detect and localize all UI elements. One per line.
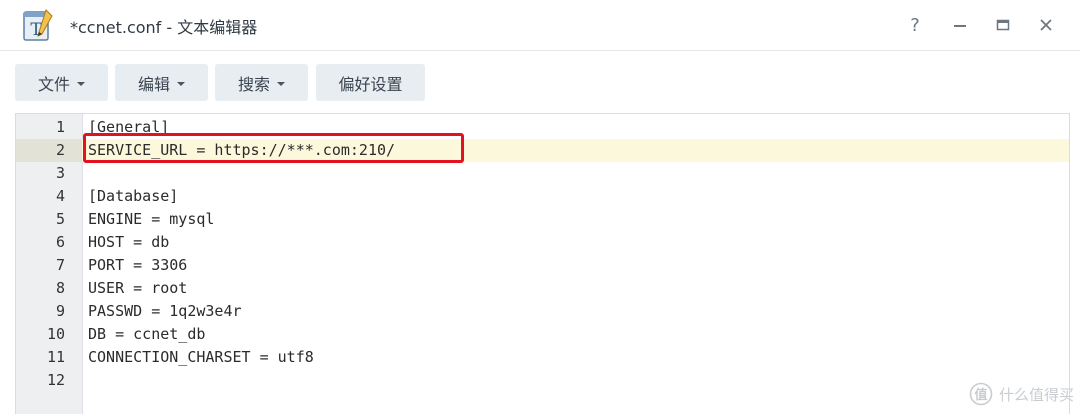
search-menu-label: 搜索 xyxy=(237,74,270,94)
editor-line[interactable]: 4 [Database] xyxy=(16,185,1069,208)
maximize-button[interactable] xyxy=(991,13,1015,37)
search-menu-button[interactable]: 搜索 xyxy=(215,64,308,101)
line-number: 4 xyxy=(55,187,65,205)
edit-menu-button[interactable]: 编辑 xyxy=(115,64,208,101)
toolbar: 文件 编辑 搜索 偏好设置 xyxy=(0,51,1080,111)
close-button[interactable] xyxy=(1034,13,1058,37)
smzdm-logo-icon: 值 xyxy=(969,382,993,406)
editor-line[interactable]: 9 PASSWD = 1q2w3e4r xyxy=(16,300,1069,323)
line-number: 3 xyxy=(55,164,65,182)
chevron-down-icon xyxy=(177,81,185,86)
text-editor-icon: T xyxy=(23,9,53,41)
text-editor-window: T *ccnet.conf - 文本编辑器 ? 文件 编辑 搜索 偏好设置 1 … xyxy=(0,0,1080,414)
line-text[interactable]: ENGINE = mysql xyxy=(88,208,214,231)
line-number: 1 xyxy=(55,118,65,136)
editor-line[interactable]: 5 ENGINE = mysql xyxy=(16,208,1069,231)
line-text[interactable]: USER = root xyxy=(88,277,187,300)
line-text[interactable]: DB = ccnet_db xyxy=(88,323,205,346)
line-text[interactable]: [Database] xyxy=(88,185,178,208)
line-number: 11 xyxy=(46,348,65,366)
line-number: 9 xyxy=(55,302,65,320)
file-menu-button[interactable]: 文件 xyxy=(15,64,108,101)
close-icon xyxy=(1040,19,1052,31)
window-title: *ccnet.conf - 文本编辑器 xyxy=(70,18,258,37)
line-text[interactable]: PORT = 3306 xyxy=(88,254,187,277)
editor-line[interactable]: 11 CONNECTION_CHARSET = utf8 xyxy=(16,346,1069,369)
line-number: 6 xyxy=(55,233,65,251)
help-icon: ? xyxy=(910,14,920,36)
edit-menu-label: 编辑 xyxy=(137,74,170,94)
line-number: 5 xyxy=(55,210,65,228)
line-text[interactable]: HOST = db xyxy=(88,231,169,254)
preferences-label: 偏好设置 xyxy=(338,74,403,94)
editor-line-active[interactable]: 2 SERVICE_URL = https://***.com:210/ xyxy=(16,139,1069,162)
line-text[interactable]: PASSWD = 1q2w3e4r xyxy=(88,300,242,323)
line-number: 2 xyxy=(16,139,82,162)
line-text[interactable]: SERVICE_URL = https://***.com:210/ xyxy=(88,139,395,162)
chevron-down-icon xyxy=(77,81,85,86)
maximize-icon xyxy=(996,19,1010,31)
editor-line[interactable]: 8 USER = root xyxy=(16,277,1069,300)
code-editor[interactable]: 1 [General] 2 SERVICE_URL = https://***.… xyxy=(15,113,1070,414)
minimize-button[interactable] xyxy=(948,13,972,37)
chevron-down-icon xyxy=(277,81,285,86)
editor-line[interactable]: 3 xyxy=(16,162,1069,185)
line-text[interactable]: CONNECTION_CHARSET = utf8 xyxy=(88,346,314,369)
preferences-button[interactable]: 偏好设置 xyxy=(316,64,425,101)
editor-line[interactable]: 10 DB = ccnet_db xyxy=(16,323,1069,346)
line-number: 7 xyxy=(55,256,65,274)
editor-line[interactable]: 6 HOST = db xyxy=(16,231,1069,254)
watermark: 值 什么值得买 xyxy=(969,382,1074,406)
line-number: 8 xyxy=(55,279,65,297)
line-number: 12 xyxy=(46,371,65,389)
file-menu-label: 文件 xyxy=(37,74,70,94)
help-button[interactable]: ? xyxy=(903,13,927,37)
editor-line[interactable]: 1 [General] xyxy=(16,116,1069,139)
title-bar: T *ccnet.conf - 文本编辑器 ? xyxy=(0,0,1080,51)
editor-line[interactable]: 7 PORT = 3306 xyxy=(16,254,1069,277)
watermark-text: 什么值得买 xyxy=(998,385,1074,404)
line-text[interactable]: [General] xyxy=(88,116,169,139)
minimize-icon xyxy=(954,25,966,27)
svg-text:值: 值 xyxy=(974,387,987,403)
line-number: 10 xyxy=(46,325,65,343)
editor-line[interactable]: 12 xyxy=(16,369,1069,392)
